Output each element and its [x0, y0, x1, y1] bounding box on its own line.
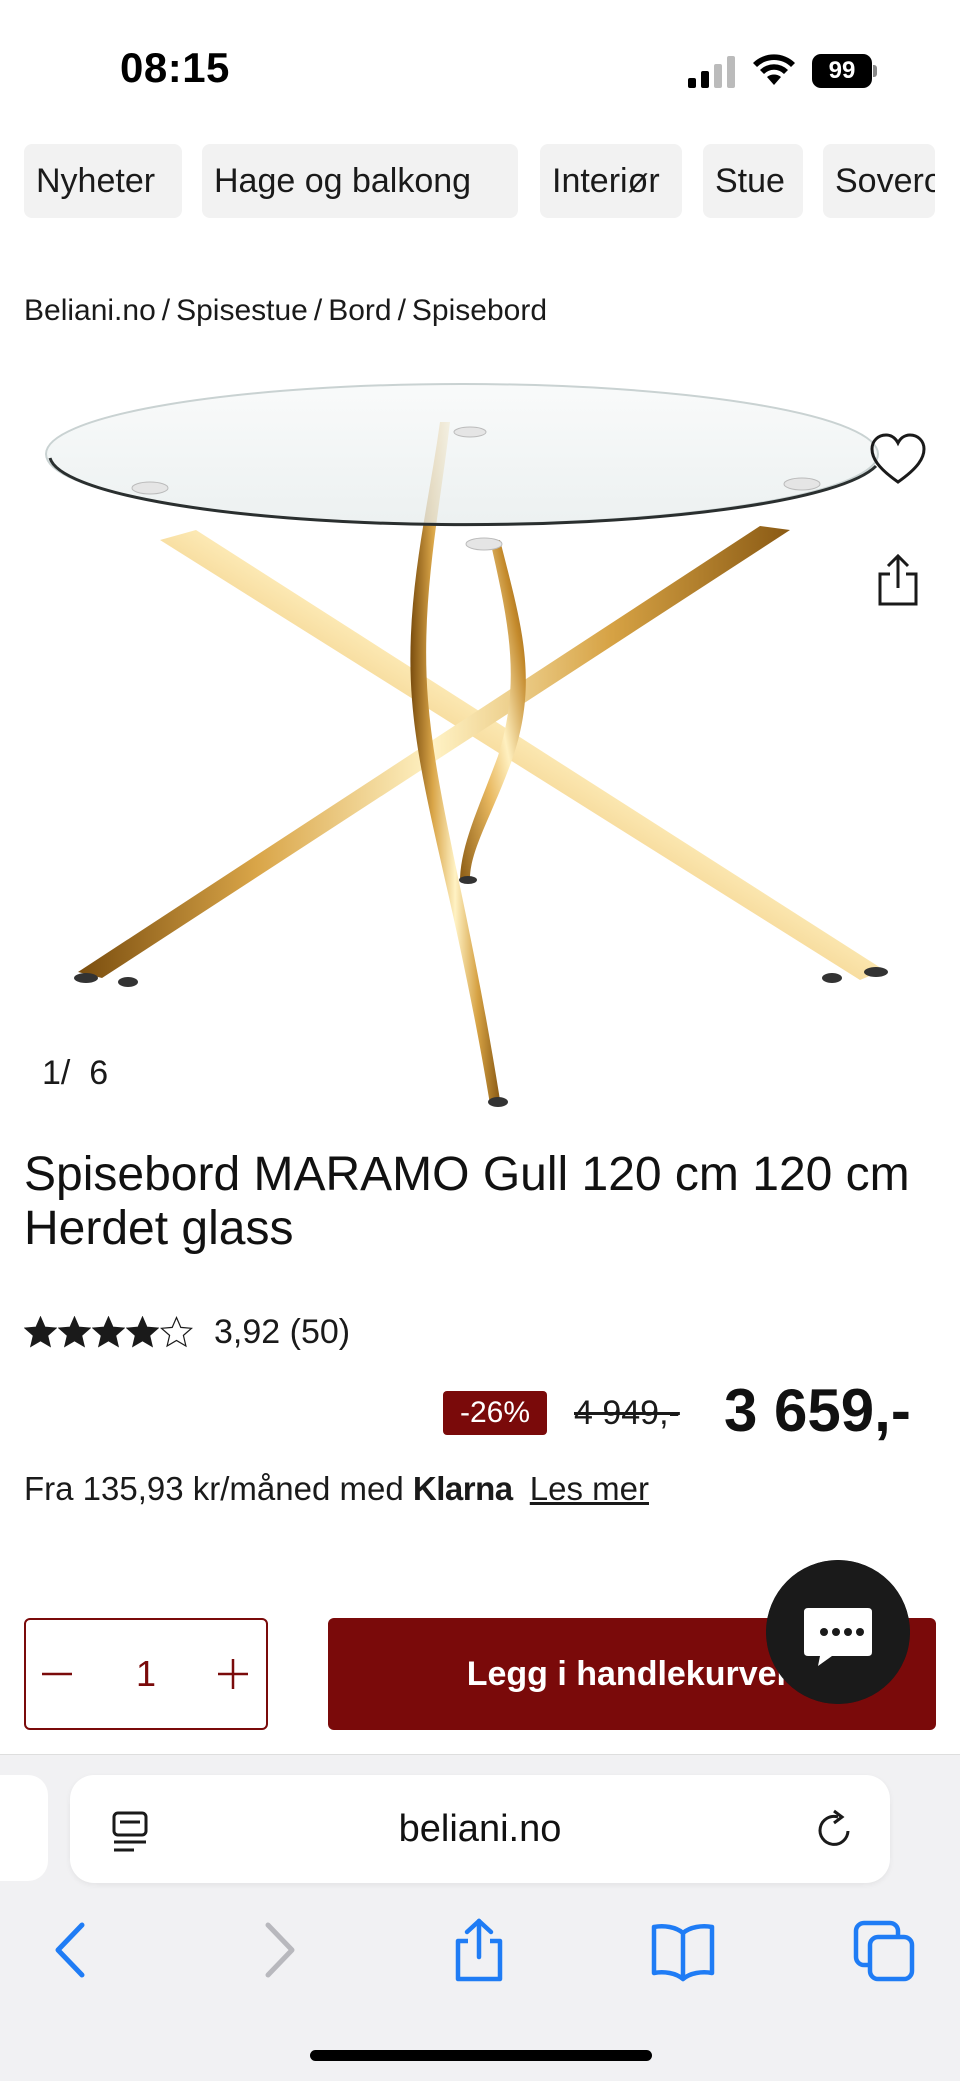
category-nav: Nyheter Hage og balkong Interiør Stue So… [0, 144, 960, 220]
star-empty-icon [160, 1315, 193, 1347]
star-full-icon [58, 1315, 91, 1348]
klarna-read-more-link[interactable]: Les mer [530, 1470, 649, 1507]
breadcrumb-spisestue[interactable]: Spisestue [176, 294, 308, 327]
breadcrumb-spisebord[interactable]: Spisebord [412, 294, 547, 327]
product-rating[interactable]: 3,92 (50) [24, 1310, 350, 1354]
category-chip-stue[interactable]: Stue [703, 144, 803, 218]
battery-icon: 99 [812, 54, 878, 88]
breadcrumb: Beliani.no / Spisestue / Bord / Spisebord [24, 294, 547, 328]
product-image[interactable] [0, 380, 960, 1120]
category-chip-soverom[interactable]: Soverom [823, 144, 935, 218]
status-bar: 08:15 99 [0, 0, 960, 130]
minus-icon[interactable] [26, 1620, 90, 1728]
bookmarks-icon[interactable] [648, 1915, 718, 1985]
previous-tab-peek[interactable] [0, 1775, 48, 1881]
star-partial-icon [126, 1315, 159, 1348]
discount-badge: -26% [443, 1391, 547, 1435]
plus-icon[interactable] [202, 1620, 266, 1728]
share-icon[interactable] [874, 552, 922, 608]
forward-icon[interactable] [244, 1915, 314, 1985]
gallery-current: 1 [42, 1054, 61, 1092]
quantity-value[interactable]: 1 [90, 1620, 202, 1728]
klarna-logo: Klarna [412, 1470, 513, 1507]
home-indicator[interactable] [310, 2050, 652, 2061]
share-sheet-icon[interactable] [444, 1915, 514, 1985]
reader-icon[interactable] [110, 1809, 150, 1853]
gallery-counter: 1/ 6 [42, 1054, 108, 1093]
product-title: Spisebord MARAMO Gull 120 cm 120 cm Herd… [24, 1148, 910, 1255]
breadcrumb-home[interactable]: Beliani.no [24, 294, 156, 327]
quantity-stepper: 1 [24, 1618, 268, 1730]
cellular-signal-icon [688, 56, 735, 88]
url-text[interactable]: beliani.no [70, 1775, 890, 1883]
price: 3 659,- [724, 1377, 911, 1444]
star-full-icon [24, 1315, 57, 1348]
back-icon[interactable] [36, 1915, 106, 1985]
battery-level: 99 [812, 54, 872, 88]
address-bar[interactable]: beliani.no [70, 1775, 890, 1883]
star-full-icon [92, 1315, 125, 1348]
battery-tip [873, 65, 877, 77]
chat-icon[interactable] [766, 1560, 910, 1704]
status-time: 08:15 [120, 44, 230, 91]
category-chip-interior[interactable]: Interiør [540, 144, 682, 218]
reload-icon[interactable] [814, 1809, 856, 1851]
old-price: 4 949,- [574, 1394, 680, 1432]
category-chip-nyheter[interactable]: Nyheter [24, 144, 182, 218]
tabs-icon[interactable] [850, 1915, 920, 1985]
rating-text: 3,92 (50) [214, 1312, 351, 1351]
heart-icon[interactable] [868, 430, 928, 490]
breadcrumb-separator: / [397, 294, 406, 327]
browser-toolbar: beliani.no [0, 1754, 960, 2081]
breadcrumb-separator: / [313, 294, 323, 327]
category-chip-hage-og-balkong[interactable]: Hage og balkong [202, 144, 518, 218]
gallery-total: 6 [89, 1054, 109, 1092]
gallery-separator: / [60, 1054, 71, 1092]
breadcrumb-separator: / [161, 294, 171, 327]
klarna-text: Fra 135,93 kr/måned med [24, 1470, 404, 1507]
wifi-icon [753, 54, 795, 85]
rating-stars [24, 1315, 194, 1349]
breadcrumb-bord[interactable]: Bord [328, 294, 391, 327]
klarna-financing: Fra 135,93 kr/måned med Klarna Les mer [24, 1470, 649, 1508]
